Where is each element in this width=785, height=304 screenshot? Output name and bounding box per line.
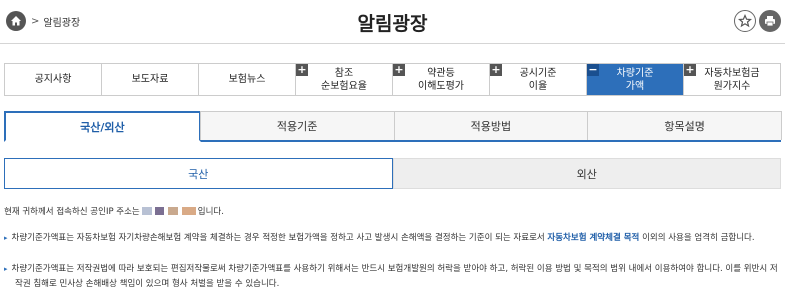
tab-domestic-foreign[interactable]: 국산/외산 bbox=[4, 111, 201, 142]
plus-icon: + bbox=[490, 63, 502, 76]
notice-usage-post: 이외의 사용을 엄격히 금합니다. bbox=[639, 233, 755, 243]
plus-icon: + bbox=[393, 63, 405, 76]
ip-notice: 현재 귀하께서 접속하신 공인IP 주소는 입니다. bbox=[4, 205, 224, 217]
section-tabs: 국산/외산 적용기준 적용방법 항목설명 bbox=[4, 111, 782, 142]
menu-vehicle-value[interactable]: − 차량기준 가액 bbox=[587, 64, 684, 95]
ip-prefix: 현재 귀하께서 접속하신 공인IP 주소는 bbox=[4, 207, 140, 217]
menu-label: 보험뉴스 bbox=[228, 74, 266, 85]
tab-item-description[interactable]: 항목설명 bbox=[587, 111, 782, 140]
notice-copyright-text: 차량기준가액표는 저작권법에 따라 보호되는 편집저작물로써 차량기준가액표를 … bbox=[11, 264, 778, 289]
sub-tabs: 국산 외산 bbox=[4, 158, 781, 189]
menu-label: 차량기준 가액 bbox=[616, 67, 654, 92]
subtab-foreign[interactable]: 외산 bbox=[392, 158, 781, 189]
menu-label: 보도자료 bbox=[131, 74, 169, 85]
minus-icon: − bbox=[587, 63, 599, 76]
page-header: > 알림광장 알림광장 bbox=[0, 0, 785, 44]
plus-icon: + bbox=[296, 63, 308, 76]
menu-terms-evaluation[interactable]: + 약관등 이해도평가 bbox=[393, 64, 490, 95]
menu-label: 약관등 이해도평가 bbox=[418, 67, 464, 92]
menu-label: 공시기준 이율 bbox=[519, 67, 557, 92]
menu-notice[interactable]: 공지사항 bbox=[5, 64, 102, 95]
header-actions bbox=[734, 10, 781, 32]
plus-icon: + bbox=[684, 63, 696, 76]
triangle-bullet-icon: ▸ bbox=[4, 234, 8, 242]
notice-copyright: ▸ 차량기준가액표는 저작권법에 따라 보호되는 편집저작물로써 차량기준가액표를… bbox=[4, 262, 781, 292]
ip-suffix: 입니다. bbox=[197, 207, 224, 217]
menu-insurance-news[interactable]: 보험뉴스 bbox=[199, 64, 296, 95]
menu-label: 공지사항 bbox=[34, 74, 72, 85]
triangle-bullet-icon: ▸ bbox=[4, 265, 8, 273]
star-icon[interactable] bbox=[734, 10, 756, 32]
menu-disclosure-rate[interactable]: + 공시기준 이율 bbox=[490, 64, 587, 95]
menu-reference-rate[interactable]: + 참조 순보험요율 bbox=[296, 64, 393, 95]
menu-label: 참조 순보험요율 bbox=[321, 67, 367, 92]
masked-ip bbox=[141, 207, 196, 215]
notice-usage: ▸ 차량기준가액표는 자동차보험 자기차량손해보험 계약을 체결하는 경우 적정한… bbox=[4, 231, 781, 246]
notice-usage-highlight: 자동차보험 계약체결 목적 bbox=[547, 233, 640, 243]
notice-usage-pre: 차량기준가액표는 자동차보험 자기차량손해보험 계약을 체결하는 경우 적정한 … bbox=[11, 233, 548, 243]
tab-method[interactable]: 적용방법 bbox=[393, 111, 589, 140]
tab-criteria[interactable]: 적용기준 bbox=[199, 111, 395, 140]
menu-claim-cost-index[interactable]: + 자동차보험금 원가지수 bbox=[684, 64, 780, 95]
menu-label: 자동차보험금 원가지수 bbox=[704, 67, 760, 92]
category-menu: 공지사항 보도자료 보험뉴스 + 참조 순보험요율 + 약관등 이해도평가 + 공시기… bbox=[4, 63, 781, 96]
subtab-domestic[interactable]: 국산 bbox=[4, 158, 393, 189]
menu-press[interactable]: 보도자료 bbox=[102, 64, 199, 95]
print-icon[interactable] bbox=[759, 10, 781, 32]
page-title: 알림광장 bbox=[357, 13, 428, 35]
